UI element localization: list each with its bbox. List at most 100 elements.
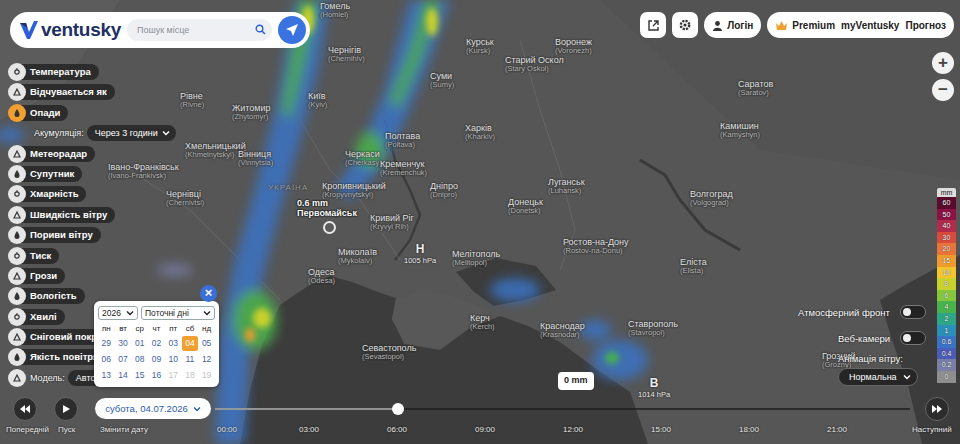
calendar-day[interactable]: 07 bbox=[115, 352, 132, 367]
city-label[interactable]: Одеса(Odesa) bbox=[308, 268, 335, 285]
calendar-day[interactable]: 05 bbox=[198, 336, 215, 351]
date-button[interactable]: субота, 04.07.2026 bbox=[95, 398, 211, 419]
layer-item[interactable]: Температура bbox=[8, 63, 176, 81]
calendar-day[interactable]: 13 bbox=[98, 368, 115, 383]
layer-option-row: Акумуляція:Через 3 години bbox=[8, 124, 176, 142]
city-label[interactable]: Саратов(Saratov) bbox=[738, 80, 773, 97]
year-select[interactable]: 2026 bbox=[98, 306, 138, 320]
city-label[interactable]: Чернігів(Chernihiv) bbox=[328, 46, 365, 63]
layer-label: Метеорадар bbox=[20, 146, 95, 162]
calendar-day[interactable]: 08 bbox=[131, 352, 148, 367]
calendar-day[interactable]: 12 bbox=[198, 352, 215, 367]
city-label[interactable]: Кропивницький(Kropyvnytskyi) bbox=[322, 182, 386, 199]
calendar-close-button[interactable]: × bbox=[200, 285, 217, 302]
legend-item: 15 bbox=[937, 255, 956, 267]
settings-button[interactable] bbox=[672, 12, 698, 38]
city-label[interactable]: Житомир(Zhytomyr) bbox=[232, 104, 271, 121]
zoom-out-button[interactable]: − bbox=[932, 79, 954, 101]
layer-item[interactable]: Опади bbox=[8, 104, 176, 122]
city-label[interactable]: Краснодар(Krasnodar) bbox=[540, 322, 585, 339]
city-label[interactable]: Курськ(Kursk) bbox=[466, 38, 494, 55]
calendar-day[interactable]: 14 bbox=[115, 368, 132, 383]
logo[interactable]: ventusky bbox=[18, 19, 121, 41]
front-toggle[interactable] bbox=[900, 305, 926, 319]
city-label[interactable]: Черкаси(Cherkasy) bbox=[345, 150, 382, 167]
city-label[interactable]: Еліста(Elista) bbox=[680, 258, 707, 275]
time-slider[interactable] bbox=[215, 402, 910, 416]
city-label[interactable]: Кременчук(Kremenchuk) bbox=[380, 160, 427, 177]
location-pin[interactable]: 0.6 mmПервомайськ bbox=[297, 198, 357, 234]
city-name: Камишин bbox=[720, 122, 760, 131]
layer-item[interactable]: Метеорадар bbox=[8, 145, 176, 163]
city-label[interactable]: Кривий Ріг(Kryvyi Rih) bbox=[370, 214, 414, 231]
city-label[interactable]: Севастополь(Sevastopol) bbox=[362, 344, 416, 361]
webcams-toggle[interactable] bbox=[900, 331, 926, 345]
calendar-day[interactable]: 10 bbox=[165, 352, 182, 367]
play-button[interactable] bbox=[54, 397, 78, 421]
city-label[interactable]: Суми(Sumy) bbox=[430, 72, 454, 89]
layer-glyph-icon bbox=[12, 291, 22, 301]
city-name: Харків bbox=[465, 124, 495, 133]
layer-item[interactable]: Грози bbox=[8, 267, 176, 285]
layer-item[interactable]: Відчувається як bbox=[8, 83, 176, 101]
login-button[interactable]: Логін bbox=[704, 12, 761, 38]
calendar-day[interactable]: 29 bbox=[98, 336, 115, 351]
city-label[interactable]: Полтава(Poltava) bbox=[385, 132, 420, 149]
calendar-day[interactable]: 16 bbox=[148, 368, 165, 383]
search-input[interactable] bbox=[127, 19, 272, 41]
zoom-in-button[interactable]: + bbox=[932, 52, 954, 74]
next-button[interactable] bbox=[925, 397, 949, 421]
locate-button[interactable] bbox=[278, 16, 306, 44]
calendar-day[interactable]: 11 bbox=[182, 352, 199, 367]
previous-button[interactable] bbox=[13, 397, 37, 421]
city-label[interactable]: Керч(Kerch) bbox=[470, 314, 495, 331]
city-label[interactable]: Миколаїв(Mykolaiv) bbox=[338, 248, 377, 265]
calendar-day[interactable]: 03 bbox=[165, 336, 182, 351]
city-label[interactable]: Ростов-на-Дону(Rostov-na-Donu) bbox=[563, 238, 629, 255]
legend-item: 0.2 bbox=[937, 359, 956, 371]
city-label[interactable]: Луганськ(Luhansk) bbox=[548, 178, 585, 195]
city-sub: (Dnipro) bbox=[430, 191, 458, 199]
calendar-day[interactable]: 09 bbox=[148, 352, 165, 367]
city-label[interactable]: Вінниця(Vinnytsia) bbox=[238, 150, 273, 167]
city-label[interactable]: Рівне(Rivne) bbox=[180, 92, 204, 109]
layer-icon bbox=[8, 247, 26, 265]
option-select[interactable]: Через 3 години bbox=[87, 125, 176, 141]
calendar-day[interactable]: 02 bbox=[148, 336, 165, 351]
city-label[interactable]: Хмельницький(Khmelnytskyi) bbox=[185, 142, 246, 159]
layer-item[interactable]: Пориви вітру bbox=[8, 226, 176, 244]
share-button[interactable] bbox=[640, 12, 666, 38]
wind-animation-select[interactable]: Нормальна bbox=[838, 368, 918, 386]
layer-label: Хвилі bbox=[20, 309, 65, 325]
calendar-day[interactable]: 04 bbox=[182, 336, 199, 351]
city-label[interactable]: Івано-Франківськ(Ivano-Frankivsk) bbox=[108, 163, 179, 180]
city-label[interactable]: Гомель(Homiel) bbox=[320, 2, 350, 19]
calendar-day[interactable]: 01 bbox=[131, 336, 148, 351]
city-label[interactable]: Камишин(Kamyshyn) bbox=[720, 122, 760, 139]
weekday: нд bbox=[198, 323, 215, 335]
city-label[interactable]: Чернівці(Chernivtsi) bbox=[166, 190, 204, 207]
city-label[interactable]: Харків(Kharkiv) bbox=[465, 124, 495, 141]
city-label[interactable]: Київ(Kyiv) bbox=[308, 92, 327, 109]
premium-button[interactable]: PremiummyVentuskyПрогноз bbox=[767, 12, 954, 38]
layer-item[interactable]: Супутник bbox=[8, 165, 176, 183]
slider-handle[interactable] bbox=[392, 403, 404, 415]
city-label[interactable]: Дніпро(Dnipro) bbox=[430, 182, 458, 199]
calendar-day[interactable]: 30 bbox=[115, 336, 132, 351]
calendar-day[interactable]: 06 bbox=[98, 352, 115, 367]
calendar-day[interactable]: 15 bbox=[131, 368, 148, 383]
change-date-label[interactable]: Змінити дату bbox=[100, 425, 148, 434]
city-label[interactable]: Донецьк(Donetsk) bbox=[508, 198, 543, 215]
layer-item[interactable]: Тиск bbox=[8, 247, 176, 265]
city-label[interactable]: Ставрополь(Stavropol) bbox=[628, 320, 678, 337]
city-label[interactable]: Воронеж(Voronezh) bbox=[555, 38, 592, 55]
layer-item[interactable]: Швидкість вітру bbox=[8, 206, 176, 224]
range-select[interactable]: Поточні дні bbox=[141, 306, 215, 320]
city-label[interactable]: Волгоград(Volgograd) bbox=[690, 190, 733, 207]
next-label: Наступний bbox=[912, 425, 952, 434]
city-label[interactable]: Старий Оскол(Stary Oskol) bbox=[505, 56, 564, 73]
city-label[interactable]: Мелітополь(Melitopol) bbox=[452, 250, 500, 267]
city-name: Полтава bbox=[385, 132, 420, 141]
layer-item[interactable]: Хмарність bbox=[8, 185, 176, 203]
layer-glyph-icon bbox=[12, 87, 22, 97]
